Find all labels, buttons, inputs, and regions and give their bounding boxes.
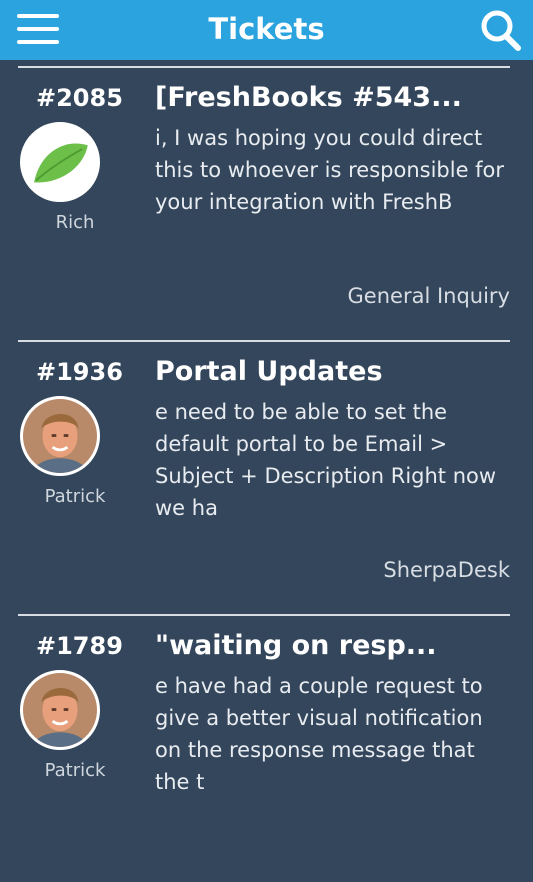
divider	[18, 614, 510, 616]
ticket-body: i, I was hoping you could direct this to…	[155, 126, 505, 214]
ticket-number: #1936	[36, 358, 123, 386]
ticket-body: e have had a couple request to give a be…	[155, 674, 483, 794]
search-icon	[481, 10, 521, 51]
leaf-logo-icon	[23, 125, 97, 199]
search-button[interactable]	[479, 8, 523, 52]
ticket-item[interactable]: #2085 Rich [FreshBooks #543... i, I was …	[0, 60, 533, 334]
ticket-category: SherpaDesk	[383, 558, 510, 582]
ticket-subject: [FreshBooks #543...	[155, 82, 462, 113]
divider	[18, 340, 510, 342]
ticket-number: #1789	[36, 632, 123, 660]
ticket-author: Patrick	[44, 760, 106, 781]
ticket-subject: Portal Updates	[155, 356, 383, 387]
avatar	[20, 122, 100, 202]
person-avatar-icon	[23, 673, 97, 747]
ticket-body: e need to be able to set the default por…	[155, 400, 497, 520]
avatar	[20, 670, 100, 750]
ticket-category: General Inquiry	[347, 284, 510, 308]
ticket-author: Patrick	[44, 486, 106, 507]
divider	[18, 66, 510, 68]
person-avatar-icon	[23, 399, 97, 473]
ticket-item[interactable]: #1789 Patrick "waiting on resp... e have…	[0, 608, 533, 882]
ticket-item[interactable]: #1936 Patrick Portal Updates e need to b…	[0, 334, 533, 608]
ticket-subject: "waiting on resp...	[155, 630, 437, 661]
avatar	[20, 396, 100, 476]
ticket-number: #2085	[36, 84, 123, 112]
ticket-author: Rich	[55, 212, 95, 233]
app-header: Tickets	[0, 0, 533, 60]
page-title: Tickets	[208, 12, 325, 46]
